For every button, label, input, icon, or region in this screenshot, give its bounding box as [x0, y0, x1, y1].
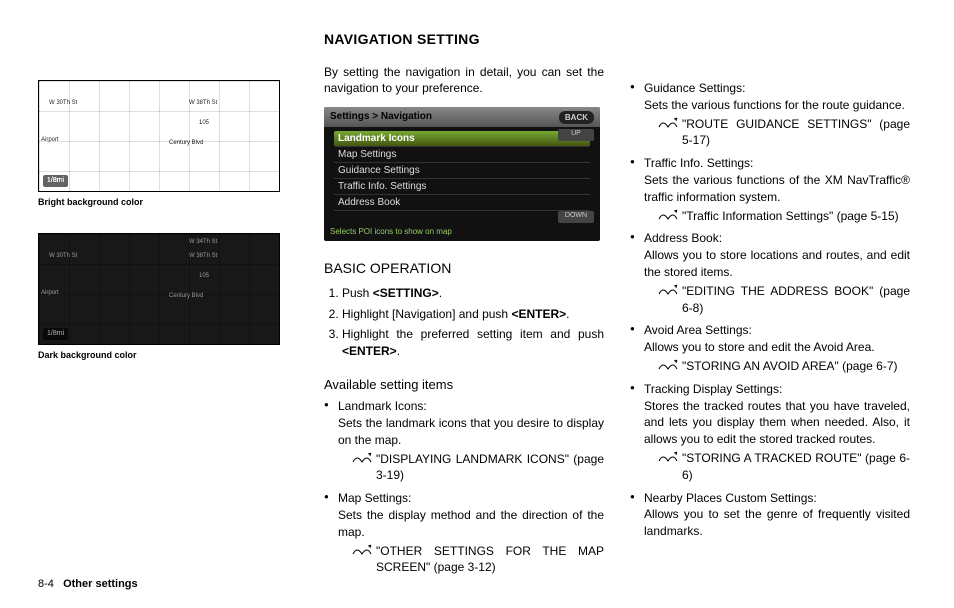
setting-item: Tracking Display Settings:Stores the tra… [630, 381, 910, 484]
item-desc: Stores the tracked routes that you have … [644, 398, 910, 448]
item-name: Landmark Icons: [338, 398, 604, 415]
reference-text: "EDITING THE ADDRESS BOOK" (page 6-8) [682, 283, 910, 317]
bright-caption: Bright background color [38, 196, 298, 209]
step: Push <SETTING>. [342, 285, 604, 302]
footer-section: Other settings [63, 578, 138, 590]
item-reference: "OTHER SETTINGS FOR THE MAP SCREEN" (pag… [338, 543, 604, 577]
street-label: W 38Th St [189, 252, 217, 260]
reference-icon [658, 116, 678, 130]
menu-item: Guidance Settings [334, 163, 590, 179]
page-number: 8-4 [38, 578, 54, 590]
item-name: Guidance Settings: [644, 80, 910, 97]
available-items-heading: Available setting items [324, 376, 604, 394]
step: Highlight the preferred setting item and… [342, 326, 604, 360]
dark-caption: Dark background color [38, 349, 298, 362]
step: Highlight [Navigation] and push <ENTER>. [342, 306, 604, 323]
setting-item: Traffic Info. Settings:Sets the various … [630, 155, 910, 224]
hint-text: Selects POI icons to show on map [330, 226, 452, 237]
screenshot-title: Settings > Navigation [330, 110, 432, 124]
item-reference: "STORING AN AVOID AREA" (page 6-7) [644, 358, 910, 375]
street-label: W 30Th St [49, 99, 77, 107]
item-desc: Allows you to store locations and routes… [644, 247, 910, 281]
menu-item: Map Settings [334, 147, 590, 163]
street-label: Airport [41, 289, 59, 297]
reference-icon [352, 452, 372, 464]
setting-item: Map Settings:Sets the display method and… [324, 490, 604, 576]
reference-text: "STORING AN AVOID AREA" (page 6-7) [682, 358, 910, 375]
setting-item: Guidance Settings:Sets the various funct… [630, 80, 910, 149]
item-name: Nearby Places Custom Settings: [644, 490, 910, 507]
item-name: Tracking Display Settings: [644, 381, 910, 398]
reference-icon [658, 284, 678, 296]
reference-icon [658, 117, 678, 129]
item-name: Avoid Area Settings: [644, 322, 910, 339]
item-desc: Sets the landmark icons that you desire … [338, 415, 604, 449]
reference-icon [658, 283, 678, 297]
map-scale: 1/8mi [43, 175, 68, 187]
setting-item: Avoid Area Settings:Allows you to store … [630, 322, 910, 374]
item-name: Map Settings: [338, 490, 604, 507]
street-label: 105 [199, 119, 209, 127]
reference-icon [658, 209, 678, 221]
map-scale: 1/8mi [43, 328, 68, 340]
down-button: DOWN [558, 211, 594, 223]
street-label: Airport [41, 136, 59, 144]
item-desc: Allows you to store and edit the Avoid A… [644, 339, 910, 356]
street-label: W 30Th St [49, 252, 77, 260]
menu-item: Traffic Info. Settings [334, 179, 590, 195]
reference-text: "OTHER SETTINGS FOR THE MAP SCREEN" (pag… [376, 543, 604, 577]
menu-item: Landmark Icons [334, 131, 590, 147]
street-label: Century Blvd [169, 292, 203, 300]
back-button: BACK [559, 111, 594, 124]
reference-icon [658, 358, 678, 372]
reference-icon [658, 359, 678, 371]
reference-text: "ROUTE GUIDANCE SETTINGS" (page 5-17) [682, 116, 910, 150]
reference-icon [352, 451, 372, 465]
item-name: Address Book: [644, 230, 910, 247]
main-heading: NAVIGATION SETTING [324, 30, 604, 50]
item-reference: "DISPLAYING LANDMARK ICONS" (page 3-19) [338, 451, 604, 485]
map-bright-figure: W 30Th St W 38Th St Airport Century Blvd… [38, 80, 280, 192]
reference-icon [658, 451, 678, 463]
reference-text: "STORING A TRACKED ROUTE" (page 6-6) [682, 450, 910, 484]
street-label: W 38Th St [189, 99, 217, 107]
item-reference: "STORING A TRACKED ROUTE" (page 6-6) [644, 450, 910, 484]
item-reference: "ROUTE GUIDANCE SETTINGS" (page 5-17) [644, 116, 910, 150]
street-label: Century Blvd [169, 139, 203, 147]
item-name: Traffic Info. Settings: [644, 155, 910, 172]
reference-text: "Traffic Information Settings" (page 5-1… [682, 208, 910, 225]
item-desc: Allows you to set the genre of frequentl… [644, 506, 910, 540]
reference-text: "DISPLAYING LANDMARK ICONS" (page 3-19) [376, 451, 604, 485]
menu-item: Address Book [334, 195, 590, 211]
intro-text: By setting the navigation in detail, you… [324, 64, 604, 98]
reference-icon [352, 544, 372, 556]
right-items-list: Guidance Settings:Sets the various funct… [630, 80, 910, 546]
setting-item: Address Book:Allows you to store locatio… [630, 230, 910, 316]
street-label: W 34Th St [189, 238, 217, 246]
nav-settings-screenshot: Settings > Navigation BACK UP Landmark I… [324, 107, 600, 241]
item-desc: Sets the various functions for the route… [644, 97, 910, 114]
up-button: UP [558, 129, 594, 141]
reference-icon [658, 450, 678, 464]
page-footer: 8-4 Other settings [38, 577, 138, 592]
item-desc: Sets the display method and the directio… [338, 507, 604, 541]
reference-icon [658, 208, 678, 222]
setting-item: Landmark Icons:Sets the landmark icons t… [324, 398, 604, 484]
basic-operation-heading: BASIC OPERATION [324, 259, 604, 279]
setting-item: Nearby Places Custom Settings:Allows you… [630, 490, 910, 540]
mid-items-list: Landmark Icons:Sets the landmark icons t… [324, 398, 604, 582]
reference-icon [352, 543, 372, 557]
item-reference: "Traffic Information Settings" (page 5-1… [644, 208, 910, 225]
street-label: 105 [199, 272, 209, 280]
item-reference: "EDITING THE ADDRESS BOOK" (page 6-8) [644, 283, 910, 317]
item-desc: Sets the various functions of the XM Nav… [644, 172, 910, 206]
map-dark-figure: W 30Th St W 38Th St W 34Th St Airport Ce… [38, 233, 280, 345]
steps-list: Push <SETTING>. Highlight [Navigation] a… [324, 285, 604, 364]
